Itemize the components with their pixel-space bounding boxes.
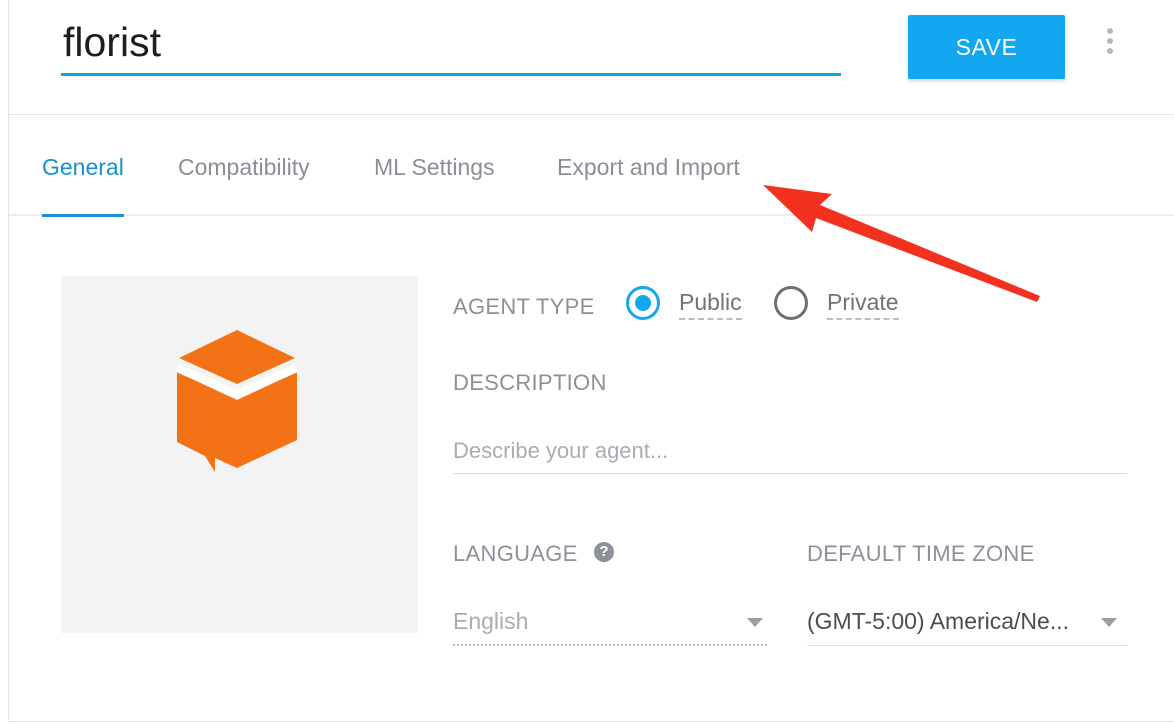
radio-private[interactable] — [774, 286, 808, 320]
agent-chat-box-icon — [177, 330, 297, 472]
agent-type-label: AGENT TYPE — [453, 294, 595, 319]
settings-tabs: General Compatibility ML Settings Export… — [9, 116, 1174, 217]
tab-compatibility[interactable]: Compatibility — [178, 154, 310, 216]
agent-header: florist SAVE — [9, 0, 1174, 115]
time-zone-select[interactable]: (GMT-5:00) America/Ne... — [807, 600, 1127, 646]
tab-general[interactable]: General — [42, 154, 124, 217]
language-select[interactable]: English — [453, 600, 767, 646]
chevron-down-icon — [1101, 618, 1117, 627]
language-label: LANGUAGE — [453, 541, 578, 566]
question-circle-icon[interactable]: ? — [594, 542, 614, 562]
agent-avatar[interactable] — [61, 276, 418, 633]
agent-name-input[interactable]: florist — [61, 14, 841, 76]
tab-export-and-import[interactable]: Export and Import — [557, 154, 740, 216]
radio-public[interactable] — [626, 286, 660, 320]
agent-settings-panel: florist SAVE General Compatibility ML Se… — [8, 0, 1174, 722]
language-value: English — [453, 608, 529, 634]
description-input[interactable] — [453, 428, 1127, 474]
description-label: DESCRIPTION — [453, 370, 607, 395]
more-vertical-icon[interactable] — [1102, 28, 1118, 60]
radio-public-label[interactable]: Public — [679, 289, 742, 320]
time-zone-label: DEFAULT TIME ZONE — [807, 541, 1035, 566]
radio-private-label[interactable]: Private — [827, 289, 899, 320]
time-zone-value: (GMT-5:00) America/Ne... — [807, 608, 1070, 634]
chevron-down-icon — [747, 618, 763, 627]
tab-ml-settings[interactable]: ML Settings — [374, 154, 495, 216]
save-button[interactable]: SAVE — [908, 15, 1065, 79]
